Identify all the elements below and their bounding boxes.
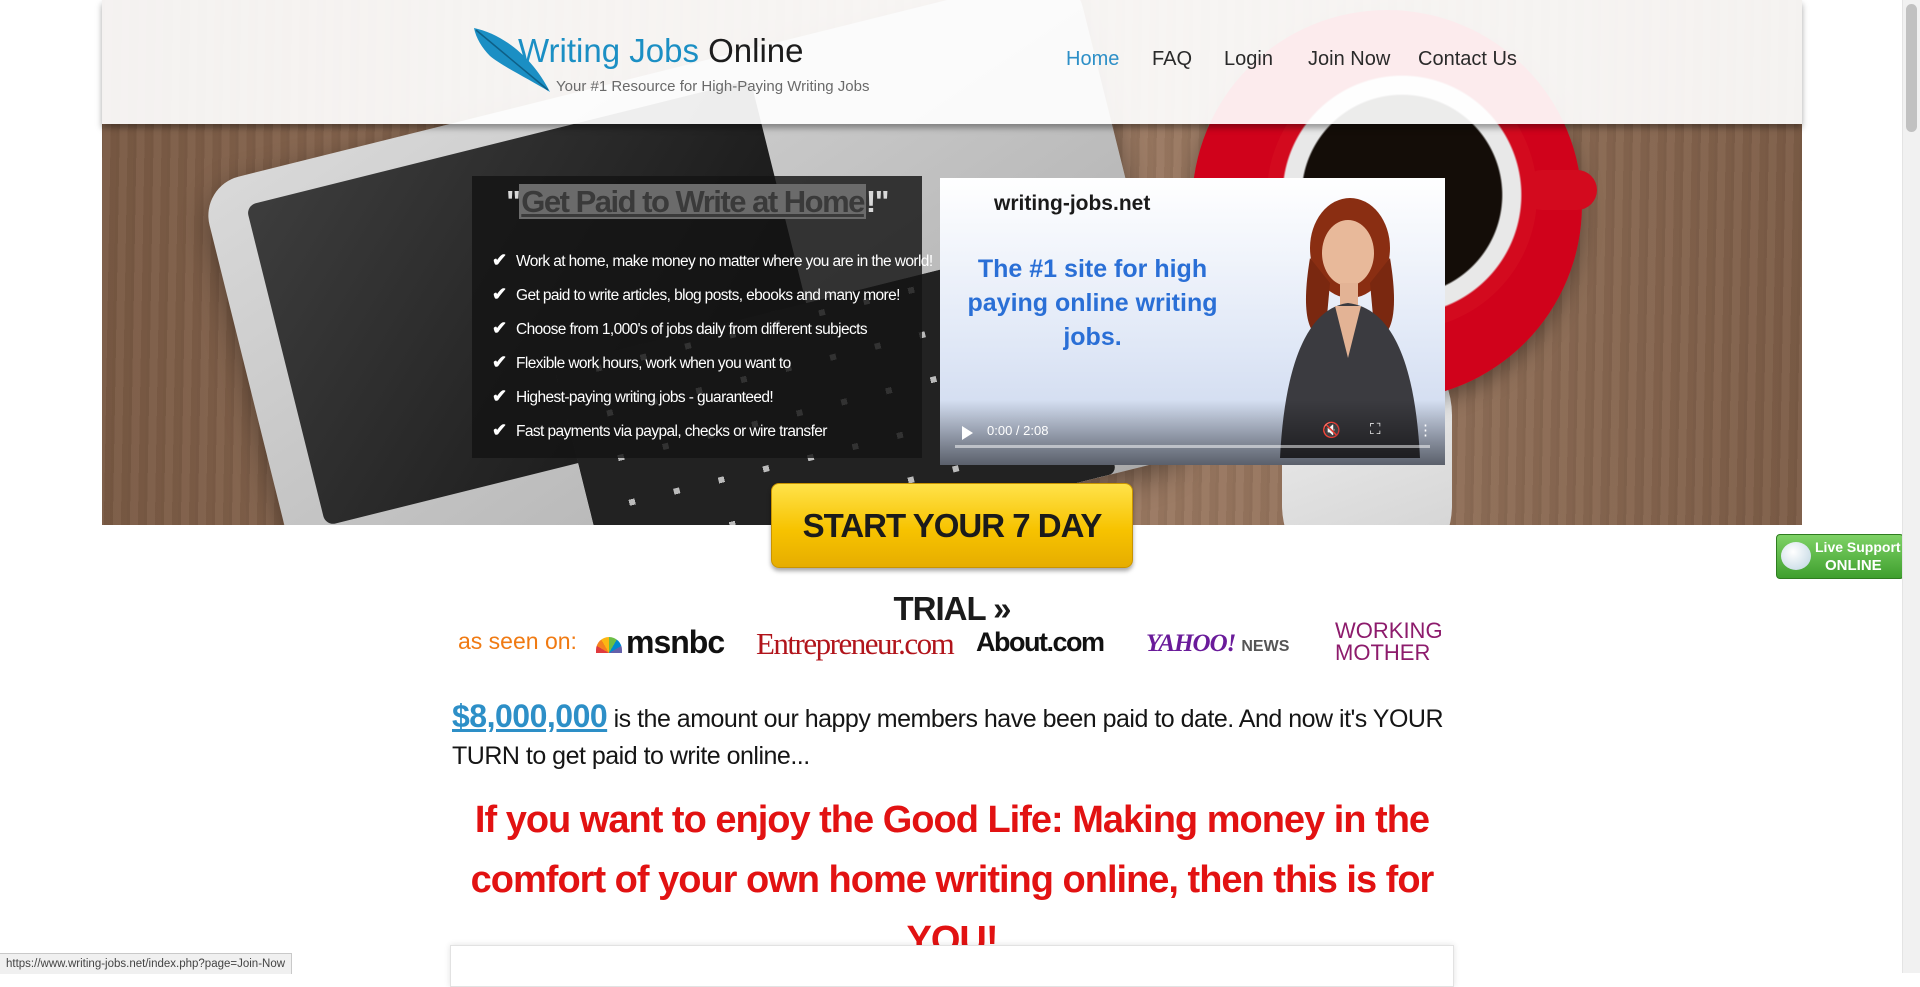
site-header: Writing Jobs Online Your #1 Resource for…: [102, 0, 1802, 124]
yahoo-news-logo: YAHOO! NEWS: [1146, 630, 1289, 658]
logo-tagline: Your #1 Resource for High-Paying Writing…: [556, 78, 870, 95]
mute-icon[interactable]: 🔇: [1322, 421, 1341, 439]
vertical-scrollbar[interactable]: [1902, 0, 1920, 973]
check-icon: ✔: [492, 250, 507, 270]
feature-item: ✔ Flexible work hours, work when you want…: [492, 352, 933, 386]
msnbc-logo: msnbc: [596, 624, 725, 661]
live-support-status: ONLINE: [1825, 557, 1882, 574]
good-life-headline: If you want to enjoy the Good Life: Maki…: [470, 799, 1435, 961]
msnbc-text: msnbc: [626, 624, 725, 660]
nav-contact-us[interactable]: Contact Us: [1418, 48, 1517, 71]
headline-close-quote: !": [865, 184, 890, 219]
logo-title-online: Online: [708, 32, 804, 69]
feature-item: ✔ Work at home, make money no matter wher…: [492, 250, 933, 284]
check-icon: ✔: [492, 284, 507, 304]
earnings-statement: $8,000,000 is the amount our happy membe…: [452, 698, 1452, 775]
check-icon: ✔: [492, 386, 507, 406]
chat-bubble-icon: [1781, 542, 1811, 570]
yahoo-text: YAHOO!: [1146, 630, 1236, 657]
earnings-amount-link[interactable]: $8,000,000: [452, 698, 608, 734]
fullscreen-icon[interactable]: ⛶: [1370, 421, 1381, 438]
play-icon[interactable]: [962, 426, 973, 440]
working-mother-logo: WORKING MOTHER: [1335, 620, 1443, 664]
features-box: "Get Paid to Write at Home!" ✔ Work at ho…: [472, 176, 933, 458]
feature-item: ✔ Highest-paying writing jobs - guarantee…: [492, 386, 933, 420]
feature-text: Fast payments via paypal, checks or wire…: [516, 423, 827, 440]
working-text: WORKING: [1335, 618, 1443, 643]
about-com-logo: About.com: [976, 627, 1105, 657]
video-pitch-text: The #1 site for high paying online writi…: [967, 255, 1218, 351]
nav-faq[interactable]: FAQ: [1152, 48, 1192, 71]
site-logo[interactable]: Writing Jobs Online Your #1 Resource for…: [472, 26, 870, 106]
feature-text: Work at home, make money no matter where…: [516, 253, 933, 270]
news-text: NEWS: [1241, 638, 1290, 655]
feature-list: ✔ Work at home, make money no matter wher…: [492, 250, 933, 454]
scrollbar-thumb[interactable]: [1906, 4, 1917, 132]
start-trial-button[interactable]: START YOUR 7 DAY TRIAL »: [771, 483, 1133, 627]
live-support-button[interactable]: Live Support ONLINE: [1776, 534, 1904, 579]
logo-title: Writing Jobs Online: [518, 32, 804, 70]
as-seen-on-label: as seen on:: [458, 628, 577, 654]
feature-item: ✔ Fast payments via paypal, checks or wir…: [492, 420, 933, 454]
page: Writing Jobs Online Your #1 Resource for…: [0, 0, 1904, 987]
video-time: 0:00 / 2:08: [987, 423, 1049, 438]
feature-item: ✔ Get paid to write articles, blog posts,…: [492, 284, 933, 318]
as-seen-on-bar: as seen on: msnbc Entrepreneur.com About…: [458, 618, 1448, 668]
video-progress-bar[interactable]: [955, 445, 1430, 448]
feature-text: Choose from 1,000's of jobs daily from d…: [516, 321, 868, 338]
content-box: [450, 945, 1454, 987]
hero-headline: "Get Paid to Write at Home!": [472, 184, 922, 220]
video-controls: 0:00 / 2:08 🔇 ⛶ ⋮: [940, 400, 1445, 465]
nav-home[interactable]: Home: [1066, 48, 1119, 71]
live-support-label: Live Support: [1815, 539, 1901, 555]
entrepreneur-logo: Entrepreneur.com: [756, 626, 955, 661]
feature-item: ✔ Choose from 1,000's of jobs daily from …: [492, 318, 933, 352]
more-options-icon[interactable]: ⋮: [1418, 421, 1433, 439]
logo-title-writing-jobs: Writing Jobs: [518, 32, 699, 69]
nav-login[interactable]: Login: [1224, 48, 1273, 71]
video-site-label: writing-jobs.net: [994, 192, 1151, 215]
headline-open-quote: ": [506, 184, 521, 219]
status-bar-url: https://www.writing-jobs.net/index.php?p…: [0, 953, 293, 974]
feature-text: Highest-paying writing jobs - guaranteed…: [516, 389, 774, 406]
headline-text: Get Paid to Write at Home: [519, 184, 866, 219]
check-icon: ✔: [492, 352, 507, 372]
promo-video[interactable]: writing-jobs.net The #1 site for high pa…: [940, 178, 1445, 465]
nav-join-now[interactable]: Join Now: [1308, 48, 1390, 71]
check-icon: ✔: [492, 420, 507, 440]
feature-text: Flexible work hours, work when you want …: [516, 355, 791, 372]
mother-text: MOTHER: [1335, 640, 1431, 665]
peacock-icon: [596, 636, 622, 653]
feature-text: Get paid to write articles, blog posts, …: [516, 287, 900, 304]
check-icon: ✔: [492, 318, 507, 338]
